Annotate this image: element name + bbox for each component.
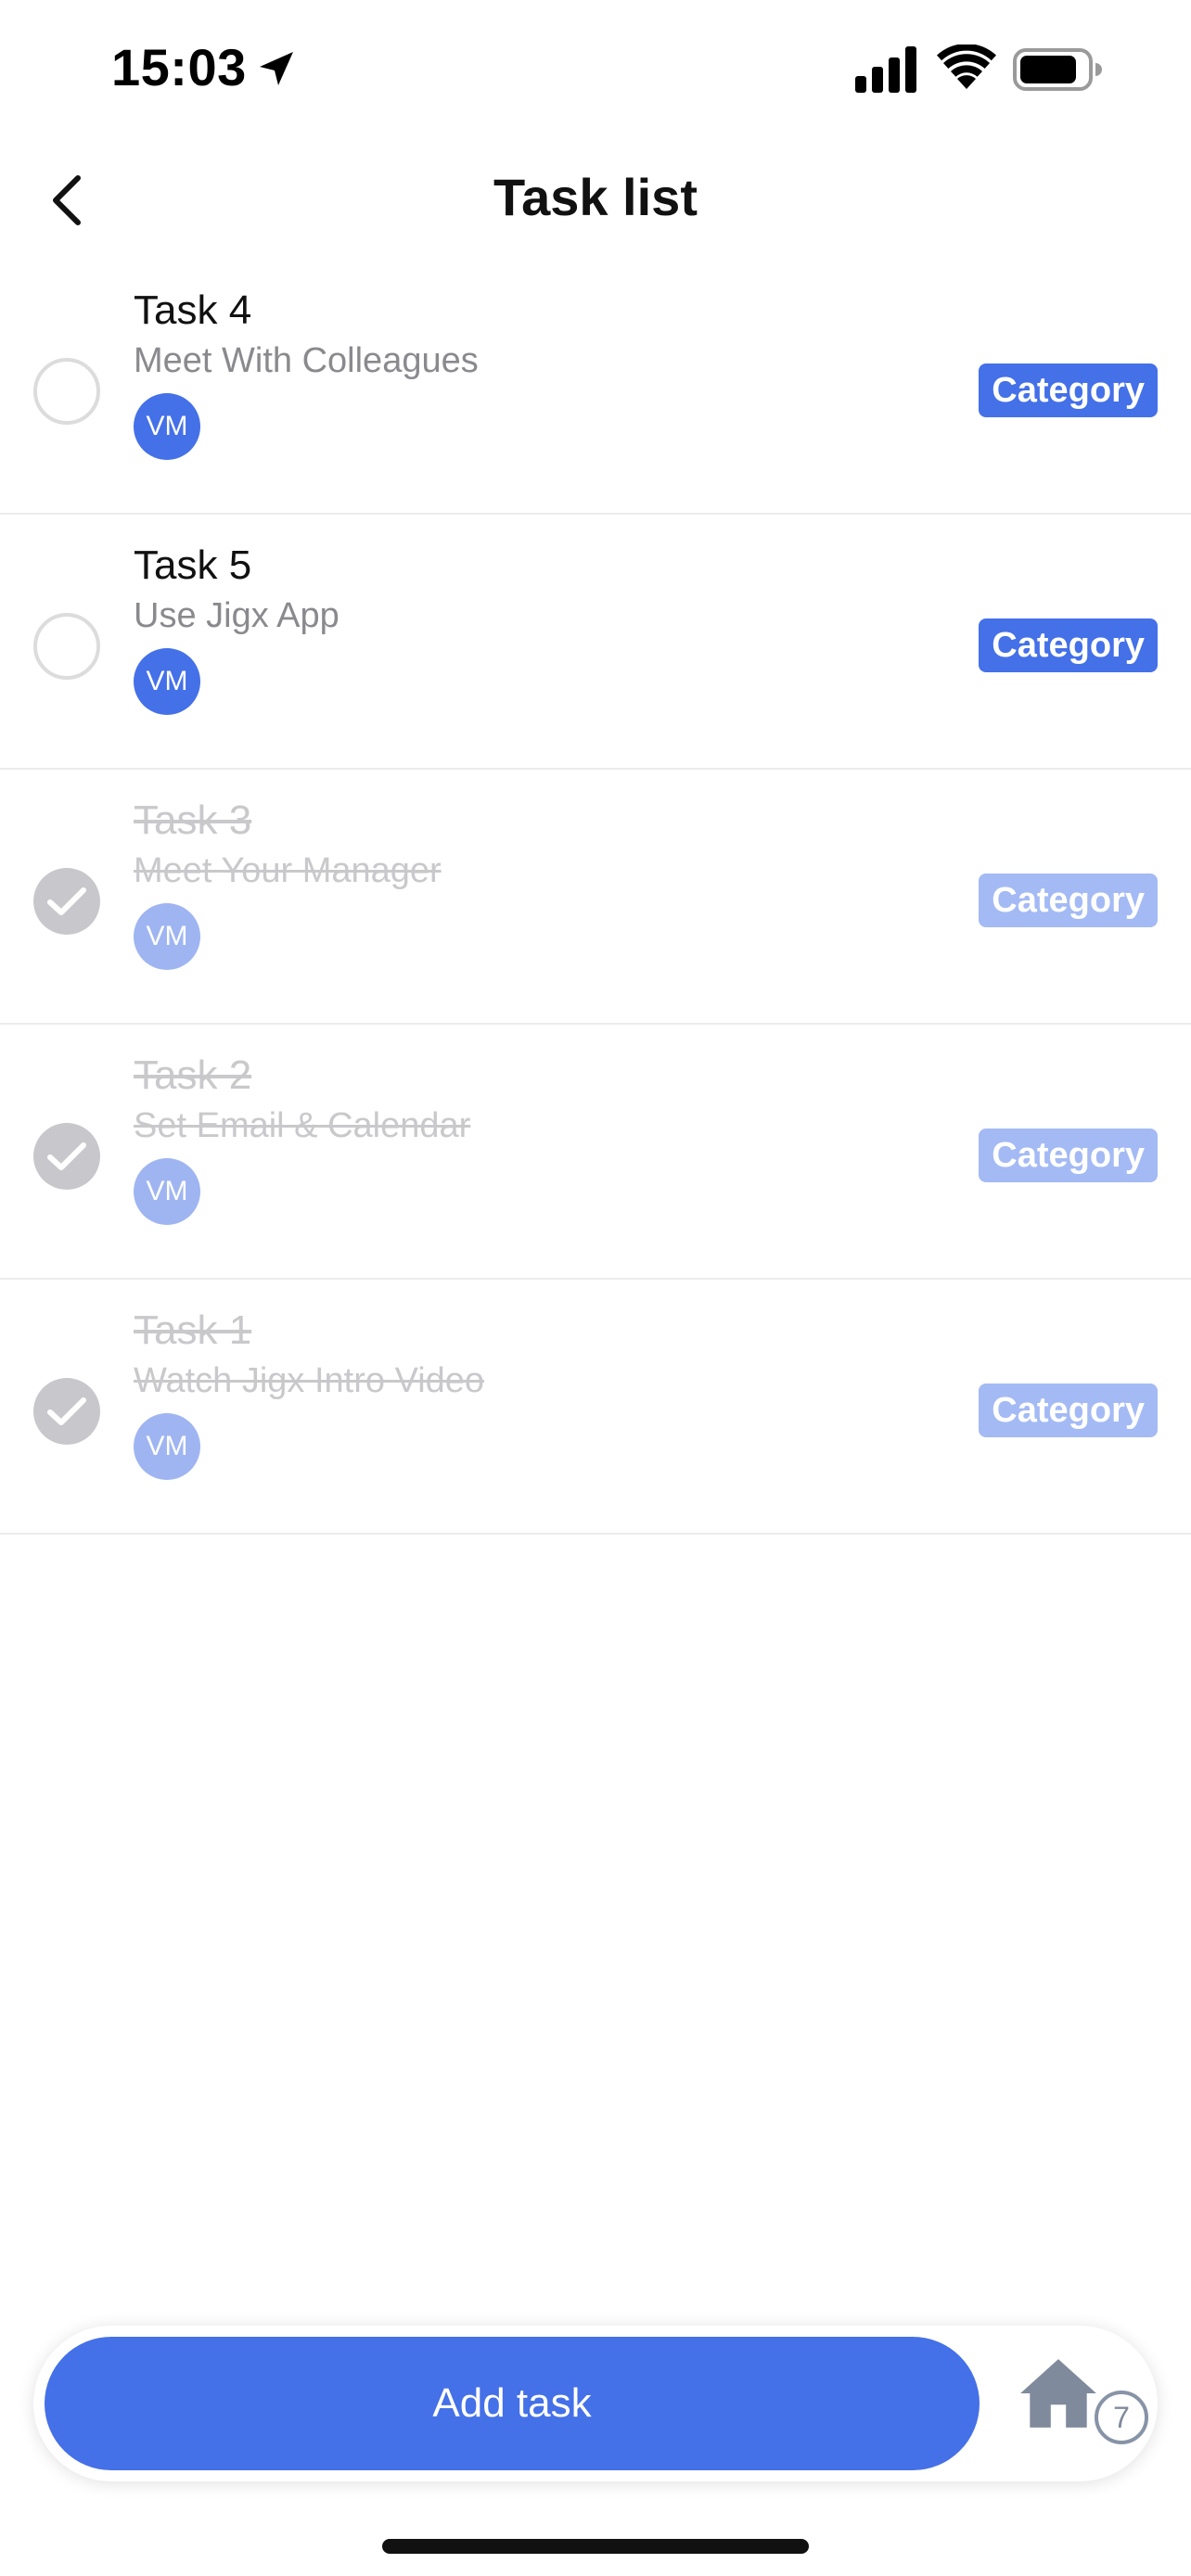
task-title: Task 5 xyxy=(134,542,252,588)
task-checkbox[interactable] xyxy=(33,1378,100,1445)
battery-icon xyxy=(1013,48,1102,91)
category-badge: Category xyxy=(979,1384,1158,1437)
home-count-badge: 7 xyxy=(1095,2391,1148,2444)
avatar: VM xyxy=(134,648,200,715)
task-checkbox[interactable] xyxy=(33,358,100,425)
home-indicator xyxy=(382,2539,809,2554)
home-button[interactable]: 7 xyxy=(1017,2352,1148,2454)
category-badge: Category xyxy=(979,618,1158,672)
task-row[interactable]: Task 1 Watch Jigx Intro Video VM Categor… xyxy=(0,1280,1191,1535)
task-list: Task 4 Meet With Colleagues VM Category … xyxy=(0,260,1191,1535)
category-badge: Category xyxy=(979,363,1158,417)
cellular-signal-icon xyxy=(855,46,916,93)
task-title: Task 4 xyxy=(134,287,252,333)
task-checkbox[interactable] xyxy=(33,613,100,680)
task-subtitle: Meet Your Manager xyxy=(134,851,442,890)
task-row[interactable]: Task 2 Set Email & Calendar VM Category xyxy=(0,1025,1191,1280)
page-title: Task list xyxy=(493,168,698,226)
category-badge: Category xyxy=(979,1129,1158,1182)
avatar: VM xyxy=(134,1413,200,1480)
location-arrow-icon xyxy=(260,52,293,85)
avatar: VM xyxy=(134,393,200,460)
task-subtitle: Set Email & Calendar xyxy=(134,1106,471,1145)
checkmark-icon xyxy=(47,1142,86,1170)
task-title: Task 2 xyxy=(134,1052,252,1098)
task-row[interactable]: Task 3 Meet Your Manager VM Category xyxy=(0,770,1191,1025)
avatar: VM xyxy=(134,1158,200,1225)
checkmark-icon xyxy=(47,1397,86,1425)
task-title: Task 3 xyxy=(134,797,252,843)
task-title: Task 1 xyxy=(134,1307,252,1353)
task-checkbox[interactable] xyxy=(33,868,100,935)
wifi-icon xyxy=(937,45,996,89)
task-subtitle: Watch Jigx Intro Video xyxy=(134,1361,485,1400)
avatar: VM xyxy=(134,903,200,970)
task-subtitle: Meet With Colleagues xyxy=(134,341,479,380)
task-subtitle: Use Jigx App xyxy=(134,596,339,635)
add-task-button[interactable]: Add task xyxy=(45,2337,980,2470)
checkmark-icon xyxy=(47,887,86,915)
screen: 15:03 Task list Task 4 Meet With Colleag… xyxy=(0,0,1191,2576)
status-bar: 15:03 xyxy=(0,0,1191,139)
category-badge: Category xyxy=(979,874,1158,927)
header: Task list xyxy=(0,139,1191,260)
status-time: 15:03 xyxy=(111,38,247,96)
task-row[interactable]: Task 5 Use Jigx App VM Category xyxy=(0,515,1191,770)
task-row[interactable]: Task 4 Meet With Colleagues VM Category xyxy=(0,260,1191,515)
bottom-action-bar: Add task 7 xyxy=(33,2326,1158,2481)
task-checkbox[interactable] xyxy=(33,1123,100,1190)
home-icon xyxy=(1020,2359,1096,2428)
